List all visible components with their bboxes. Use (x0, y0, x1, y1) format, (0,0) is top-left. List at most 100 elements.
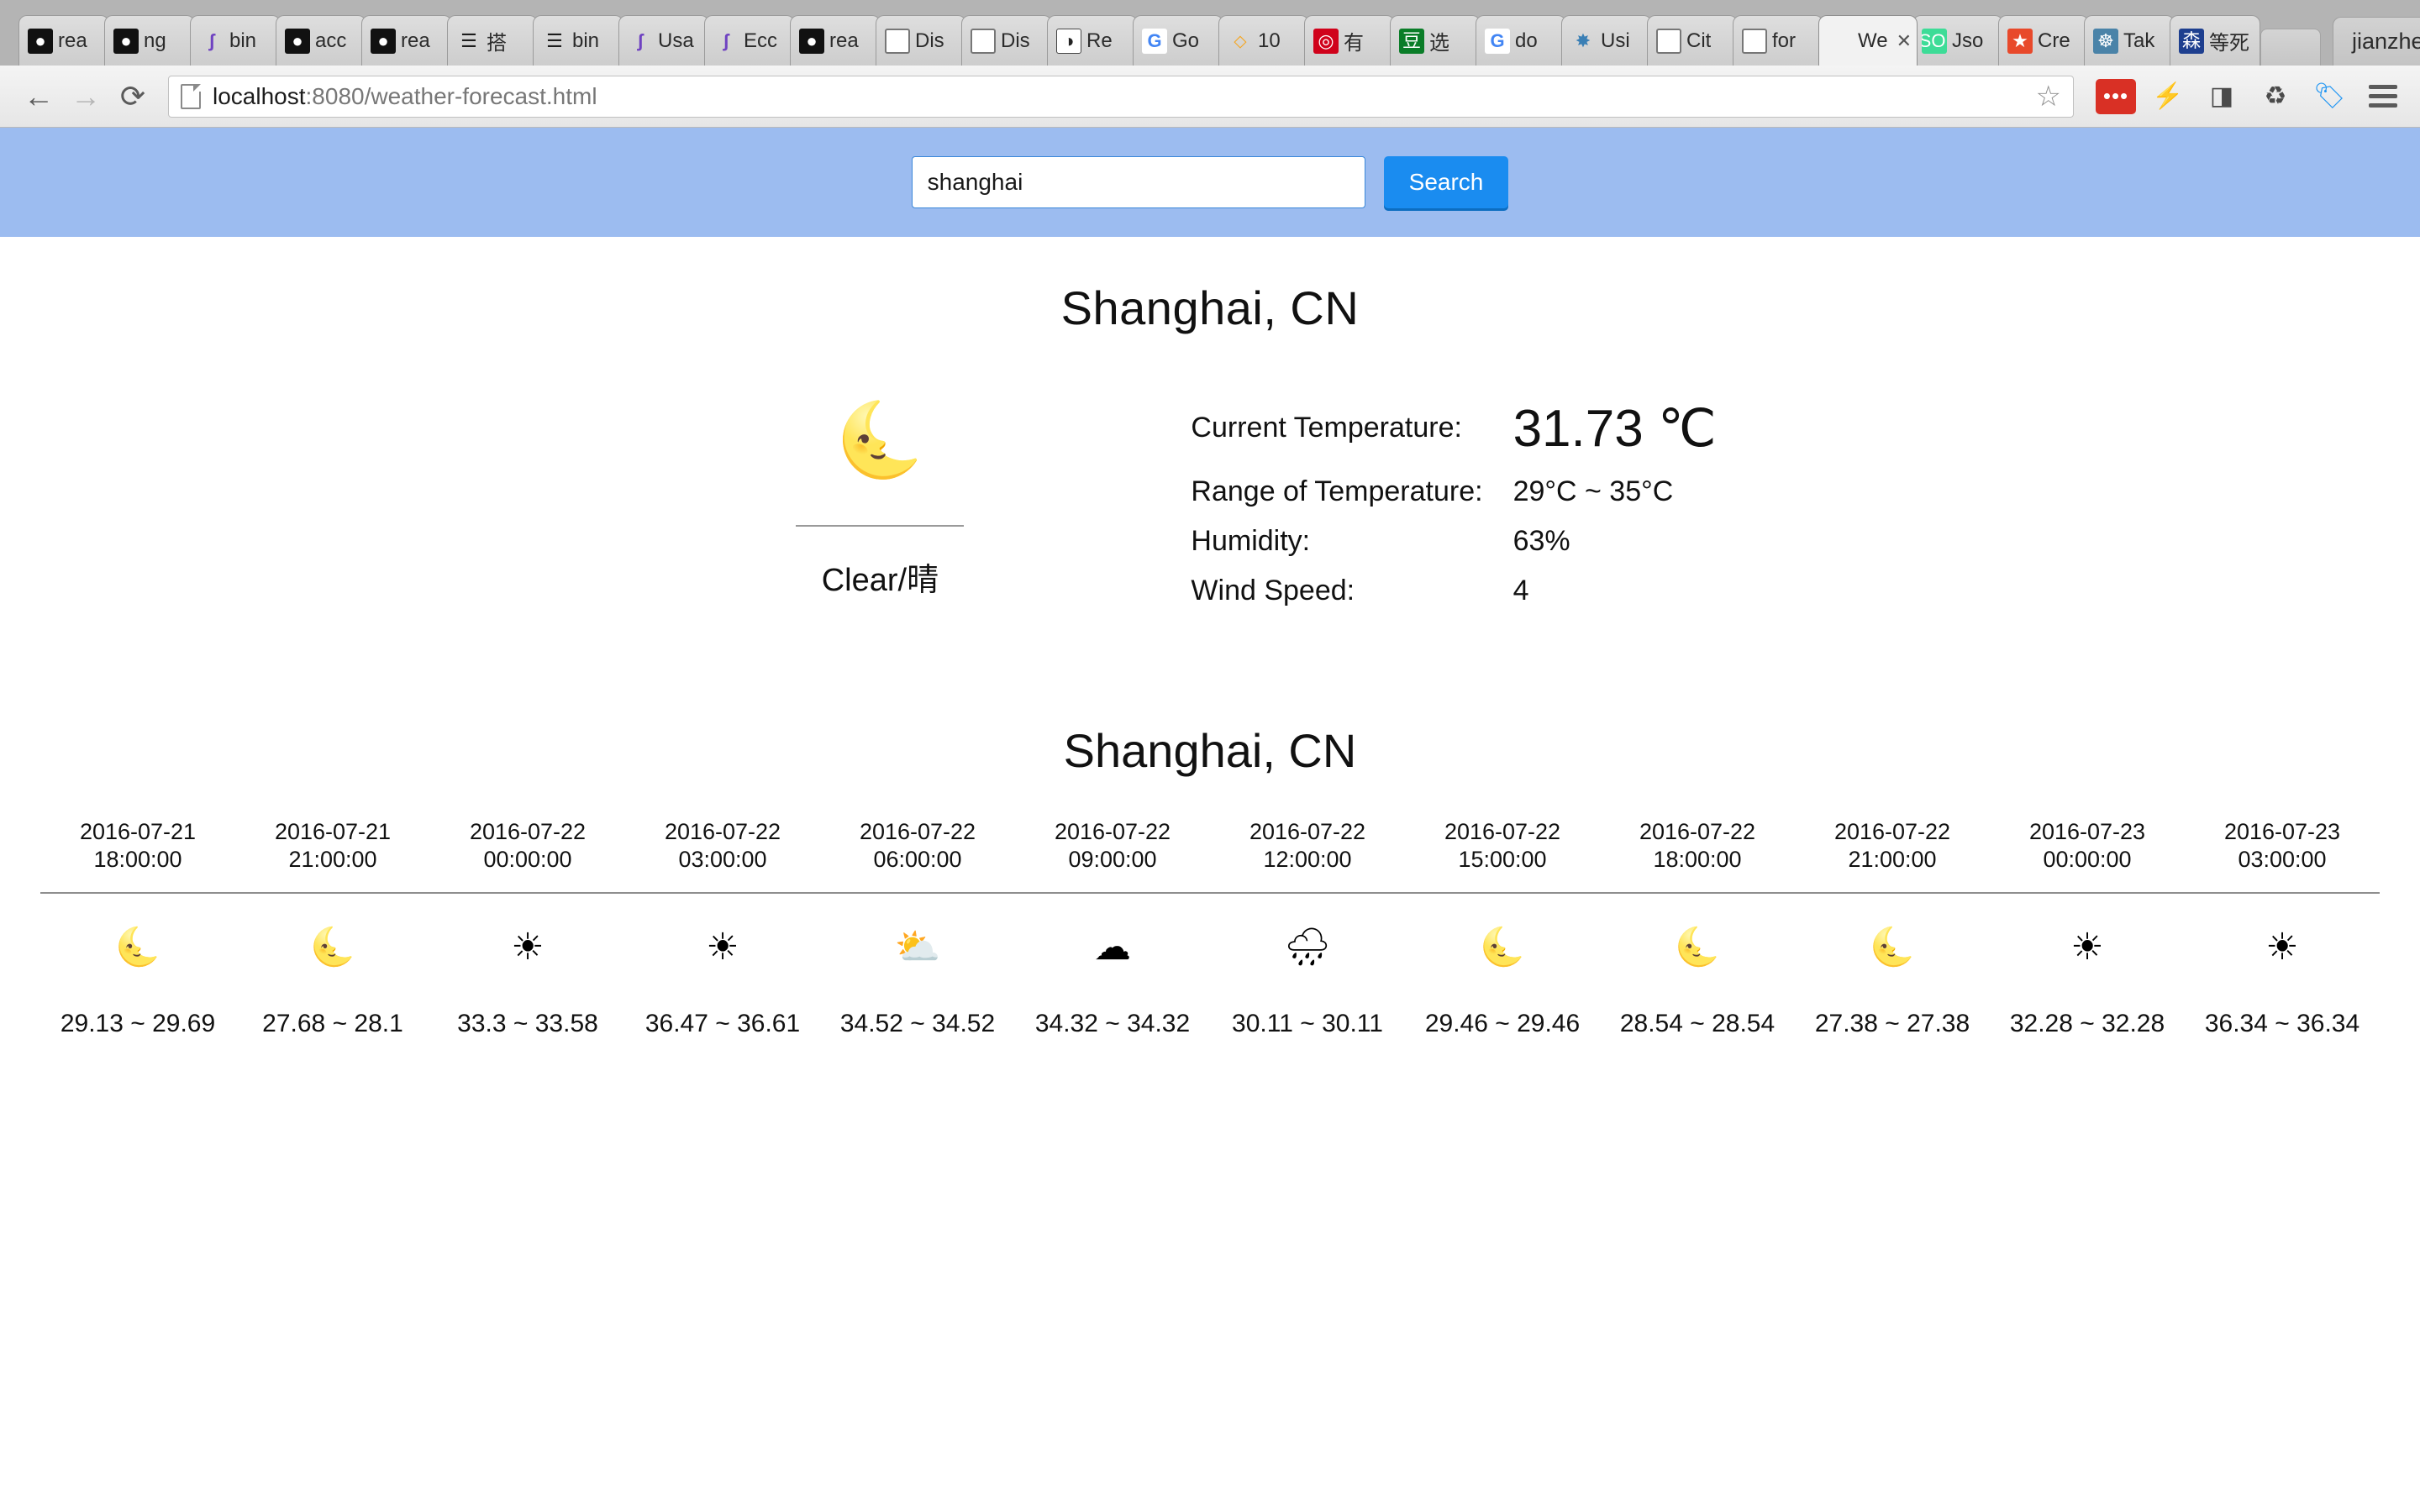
forecast-icon-cell: ☀ (2185, 894, 2380, 966)
detail-label: Humidity: (1191, 517, 1512, 566)
tab-label: Dis (1001, 29, 1030, 53)
document-icon (971, 29, 996, 54)
browser-tab[interactable]: ●ng (104, 15, 195, 66)
moon-icon: 🌜 (1600, 894, 1795, 966)
address-bar[interactable]: localhost:8080/weather-forecast.html ☆ (168, 76, 2074, 118)
document-icon (885, 29, 910, 54)
forecast-temp-cell: 30.11 ~ 30.11 (1210, 966, 1405, 1038)
browser-tab[interactable]: ◎有 (1304, 15, 1395, 66)
new-tab-button[interactable] (2260, 29, 2321, 66)
browser-tab[interactable]: ʃbin (190, 15, 281, 66)
tab-label: Go (1172, 29, 1199, 53)
browser-tab[interactable]: Cit (1647, 15, 1738, 66)
github-icon: ● (371, 29, 396, 54)
browser-tab[interactable]: ✸Usi (1561, 15, 1652, 66)
detail-value: 29°C ~ 35°C (1513, 467, 1717, 517)
tab-label: Dis (915, 29, 944, 53)
browser-tab[interactable]: ●rea (361, 15, 452, 66)
weather-page-icon (1828, 29, 1853, 54)
browser-tab[interactable]: ●rea (790, 15, 881, 66)
profile-button[interactable]: jianzhe (2333, 17, 2420, 66)
forecast-timestamp: 2016-07-23 00:00:00 (1990, 818, 2185, 874)
tab-label: Cit (1686, 29, 1711, 53)
forecast-temp-range: 36.47 ~ 36.61 (625, 966, 820, 1038)
forecast-icon-cell: ☀ (430, 894, 625, 966)
browser-tab[interactable]: ◑Re (1047, 15, 1138, 66)
forecast-temp-range: 28.54 ~ 28.54 (1600, 966, 1795, 1038)
brain-icon: ☸ (2093, 29, 2118, 54)
browser-tab[interactable]: Dis (961, 15, 1052, 66)
tab-label: We (1858, 29, 1888, 53)
forecast-temp-range: 27.68 ~ 28.1 (235, 966, 430, 1038)
tab-label: acc (315, 29, 346, 53)
sublime-icon: ⬦ (1228, 29, 1253, 54)
search-button[interactable]: Search (1384, 156, 1509, 208)
browser-tab[interactable]: Gdo (1476, 15, 1566, 66)
browser-tab[interactable]: ☸Tak (2084, 15, 2175, 66)
forecast-icon-cell: 🌜 (1405, 894, 1600, 966)
back-button[interactable]: ← (15, 73, 62, 120)
split-view-extension-icon[interactable]: ◨ (2200, 75, 2244, 118)
url-path: :8080/weather-forecast.html (306, 83, 597, 109)
tag-extension-icon[interactable]: 🏷 (2307, 75, 2351, 118)
forecast-temp-cell: 34.52 ~ 34.52 (820, 966, 1015, 1038)
moon-icon: 🌜 (40, 894, 235, 966)
forward-button[interactable]: → (62, 73, 109, 120)
browser-tab[interactable]: ⬦10 (1218, 15, 1309, 66)
github-icon: ● (113, 29, 139, 54)
lastpass-extension-icon[interactable]: ••• (2096, 79, 2136, 114)
tab-label: bin (229, 29, 256, 53)
reload-button[interactable]: ⟳ (109, 73, 156, 120)
github-icon: ● (799, 29, 824, 54)
forecast-time-cell: 2016-07-22 21:00:00 (1795, 818, 1990, 874)
page-content: Search Shanghai, CN 🌜 Clear/晴 Current Te… (0, 128, 2420, 1038)
icon-divider (796, 525, 964, 527)
tab-label: ng (144, 29, 166, 53)
forecast-temp-cell: 27.68 ~ 28.1 (235, 966, 430, 1038)
book-icon: ☰ (456, 29, 481, 54)
browser-tab[interactable]: ☰搭 (447, 15, 538, 66)
browser-tab[interactable]: ʃUsa (618, 15, 709, 66)
url-host: localhost (213, 83, 306, 109)
profile-name: jianzhe (2352, 29, 2420, 55)
browser-tab[interactable]: 豆选 (1390, 15, 1481, 66)
forecast-time-cell: 2016-07-22 18:00:00 (1600, 818, 1795, 874)
browser-tab[interactable]: GGo (1133, 15, 1223, 66)
close-icon[interactable]: ✕ (1893, 30, 1912, 52)
browser-tab[interactable]: 森等死 (2170, 15, 2260, 66)
forecast-temp-cell: 28.54 ~ 28.54 (1600, 966, 1795, 1038)
forecast-time-cell: 2016-07-22 00:00:00 (430, 818, 625, 874)
sun-icon: ☀ (1990, 894, 2185, 966)
browser-tab[interactable]: We✕ (1818, 15, 1918, 66)
forecast-timestamp: 2016-07-22 09:00:00 (1015, 818, 1210, 874)
cn-site-icon: 森 (2179, 29, 2204, 54)
forecast-temp-range: 32.28 ~ 32.28 (1990, 966, 2185, 1038)
youdao-icon: ◎ (1313, 29, 1339, 54)
forecast-temp-cell: 27.38 ~ 27.38 (1795, 966, 1990, 1038)
search-input[interactable] (912, 156, 1365, 208)
browser-tab[interactable]: ʃEcc (704, 15, 795, 66)
browser-window: ●rea●ngʃbin●acc●rea☰搭☰binʃUsaʃEcc●reaDis… (0, 0, 2420, 1512)
tab-label: for (1772, 29, 1796, 53)
forecast-icon-cell: 🌧 (1210, 894, 1405, 966)
forecast-icon-cell: 🌜 (40, 894, 235, 966)
forecast-temp-range: 34.52 ~ 34.52 (820, 966, 1015, 1038)
browser-tab[interactable]: ●acc (276, 15, 366, 66)
forecast-temp-cell: 33.3 ~ 33.58 (430, 966, 625, 1038)
browser-tab[interactable]: for (1733, 15, 1823, 66)
browser-tab[interactable]: ★Cre (1998, 15, 2089, 66)
recycle-extension-icon[interactable]: ♻ (2254, 75, 2297, 118)
star-badge-icon: ★ (2007, 29, 2033, 54)
lightning-extension-icon[interactable]: ⚡ (2146, 75, 2190, 118)
forecast-city-title: Shanghai, CN (0, 723, 2420, 778)
forecast-time-cell: 2016-07-22 12:00:00 (1210, 818, 1405, 874)
browser-tab[interactable]: ☰bin (533, 15, 623, 66)
browser-tab[interactable]: JSONJso (1912, 15, 2003, 66)
menu-button[interactable] (2361, 75, 2405, 118)
github-icon: ● (285, 29, 310, 54)
browser-tab[interactable]: ●rea (18, 15, 109, 66)
browser-tab[interactable]: Dis (876, 15, 966, 66)
current-condition-label: Clear/晴 (703, 554, 1056, 600)
tab-label: Usa (658, 29, 694, 53)
bookmark-star-icon[interactable]: ☆ (2026, 80, 2061, 113)
